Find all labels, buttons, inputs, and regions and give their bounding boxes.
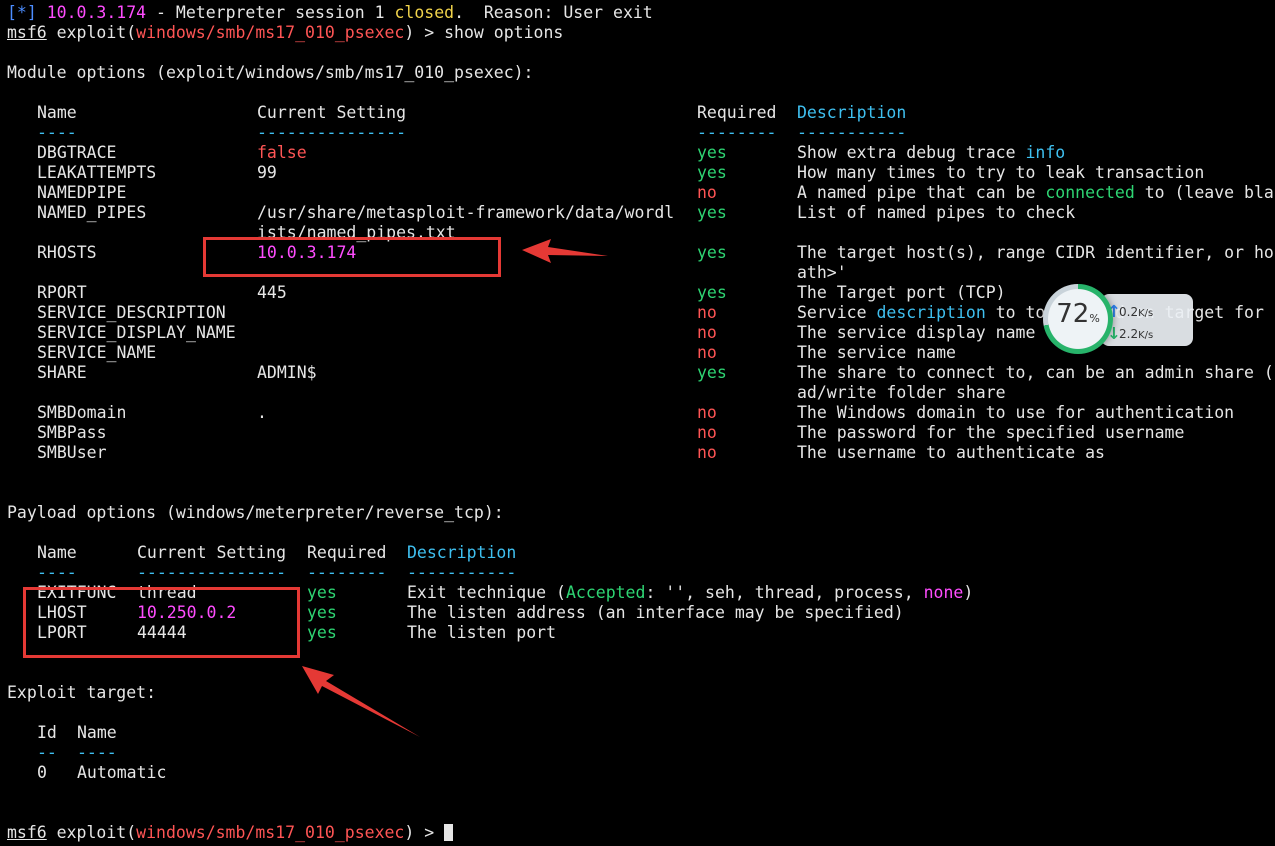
usage-percent: 72%: [1056, 299, 1100, 329]
annotation-arrows: [302, 239, 608, 737]
arrow-to-payload-icon: [302, 666, 420, 737]
speed-panel: ↑ 0.2K/s ↓ 2.2K/s: [1101, 294, 1193, 346]
network-speed-widget[interactable]: ↑ 0.2K/s ↓ 2.2K/s 72%: [1043, 284, 1198, 354]
download-speed: 2.2K/s: [1119, 327, 1154, 341]
terminal-window[interactable]: [*] 10.0.3.174 - Meterpreter session 1 c…: [0, 0, 1275, 846]
upload-speed: 0.2K/s: [1119, 305, 1154, 319]
arrow-to-rhosts-icon: [522, 239, 608, 263]
